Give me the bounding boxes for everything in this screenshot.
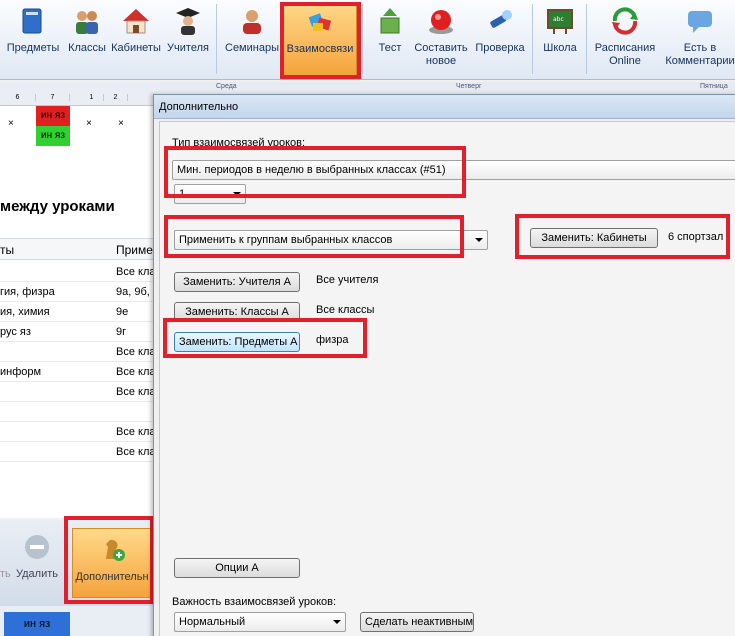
replace-teachers-button[interactable]: Заменить: Учителя A — [174, 272, 300, 292]
highlight-apply-to — [164, 215, 464, 258]
bottom-grid-strip: ин яз — [0, 606, 155, 636]
chevron-down-icon — [475, 238, 483, 242]
list-item-scope: Все кла — [116, 446, 156, 458]
grid-column-label: 7 — [36, 94, 70, 101]
list-item-scope: 9г — [116, 326, 127, 338]
list-item[interactable]: Все кла — [0, 442, 155, 462]
flashlight-icon — [490, 10, 512, 28]
list-item-scope: 9е — [116, 306, 129, 318]
list-item[interactable]: рус яз 9г — [0, 322, 155, 342]
list-item-text: ия, химия — [0, 306, 50, 318]
importance-value: Нормальный — [179, 616, 246, 628]
list-item[interactable]: информ Все кла — [0, 362, 155, 382]
grid-cell-blue[interactable]: ин яз — [4, 612, 70, 636]
toolbar-button-rooms[interactable]: Кабинеты — [108, 2, 164, 76]
list-header: ты Приме — [0, 238, 155, 260]
delete-button[interactable]: Удалить — [14, 528, 60, 598]
dialog-body: Тип взаимосвязей уроков: Мин. периодов в… — [159, 121, 735, 636]
list-item-scope: Все кла — [116, 386, 156, 398]
dialog-titlebar[interactable]: Дополнительно — [154, 95, 735, 119]
grid-cell-green[interactable]: ин яз — [36, 126, 70, 146]
toolbar-button-check[interactable]: Проверка — [472, 2, 528, 76]
grid-cell-red[interactable]: ин яз — [36, 106, 70, 126]
list-item[interactable]: гия, физра 9а, 9б, — [0, 282, 155, 302]
list-item-scope: Все кла — [116, 366, 156, 378]
column-header[interactable]: ты — [0, 243, 14, 257]
grid-column-label: 2 — [104, 94, 128, 101]
house-icon — [123, 9, 149, 34]
svg-text:abc: abc — [553, 16, 564, 23]
list-item[interactable]: Все кла — [0, 342, 155, 362]
importance-label: Важность взаимосвязей уроков: — [172, 596, 337, 608]
timetable-day-header: Среда Четверг Пятница — [160, 82, 735, 92]
day-label: Пятница — [700, 83, 728, 90]
list-item-scope: Все кла — [116, 346, 156, 358]
toolbar-button-test[interactable]: Тест — [370, 2, 410, 76]
seminar-icon — [243, 10, 261, 34]
highlight-relation-type — [164, 146, 466, 198]
list-item[interactable]: ия, химия 9е — [0, 302, 155, 322]
comment-icon — [688, 11, 712, 33]
book-icon — [22, 8, 42, 34]
highlight-replace-rooms — [515, 214, 730, 259]
grid-cell[interactable]: × — [86, 118, 92, 129]
toolbar-button-subjects[interactable]: Предметы — [2, 2, 64, 76]
list-item-scope: Все кла — [116, 266, 156, 278]
grid-column-label: 6 — [0, 94, 36, 101]
highlight-additional-button — [64, 516, 154, 604]
list-item-scope: Все кла — [116, 426, 156, 438]
grid-cell[interactable]: × — [118, 118, 124, 129]
list-item[interactable] — [0, 402, 155, 422]
chalkboard-icon: abc — [547, 9, 573, 34]
day-label: Четверг — [456, 83, 482, 90]
grid-cell[interactable]: × — [8, 118, 14, 129]
list-item-text: гия, физра — [0, 286, 55, 298]
toolbar-button-classes[interactable]: Классы — [66, 2, 108, 76]
timetable-grid-header: 6 7 1 2 — [0, 82, 160, 106]
column-header[interactable]: Приме — [116, 243, 153, 257]
list-item[interactable]: Все кла — [0, 262, 155, 282]
list-item[interactable]: Все кла — [0, 422, 155, 442]
toolbar-separator — [586, 4, 587, 74]
sync-icon — [612, 7, 638, 35]
list-item[interactable]: Все кла — [0, 382, 155, 402]
ribbon-toolbar: Предметы Классы Кабинеты Учителя Семинар… — [0, 0, 735, 80]
toolbar-separator — [362, 4, 363, 74]
teachers-value: Все учителя — [316, 274, 379, 286]
toolbar-button-generate[interactable]: Составить новое — [410, 2, 472, 76]
relations-list-pane: между уроками ты Приме Все кла гия, физр… — [0, 148, 155, 518]
minus-icon — [25, 535, 49, 559]
highlight-replace-subjects — [163, 318, 367, 358]
toolbar-button-teachers[interactable]: Учителя — [164, 2, 212, 76]
options-button[interactable]: Опции A — [174, 558, 300, 578]
group-icon — [76, 11, 98, 34]
test-icon — [380, 8, 400, 34]
toolbar-button-school[interactable]: abc Школа — [538, 2, 582, 76]
timetable-grid-row: × ин яз ин яз × × — [0, 106, 160, 148]
toolbar-separator — [532, 4, 533, 74]
classes-value: Все классы — [316, 304, 375, 316]
highlight-relations-button — [280, 2, 361, 79]
importance-select[interactable]: Нормальный — [174, 612, 346, 632]
toolbar-button-online[interactable]: Расписания Online — [590, 2, 660, 76]
list-item-scope: 9а, 9б, — [116, 286, 150, 298]
list-item-text: информ — [0, 366, 42, 378]
toolbar-button-seminars[interactable]: Семинары — [222, 2, 282, 76]
toolbar-button-comments[interactable]: Есть в Комментарии — [660, 2, 735, 76]
deactivate-button[interactable]: Сделать неактивным — [360, 612, 474, 632]
teacher-icon — [176, 8, 200, 35]
dialog-title: Дополнительно — [159, 101, 239, 113]
pane-title: между уроками — [0, 198, 115, 215]
chevron-down-icon — [333, 620, 341, 624]
toolbar-separator — [216, 4, 217, 74]
day-label: Среда — [216, 83, 237, 90]
grid-column-label: 1 — [80, 94, 104, 101]
delete-button-label: Удалить — [16, 568, 58, 580]
red-button-icon — [429, 10, 453, 34]
list-item-text: рус яз — [0, 326, 31, 338]
